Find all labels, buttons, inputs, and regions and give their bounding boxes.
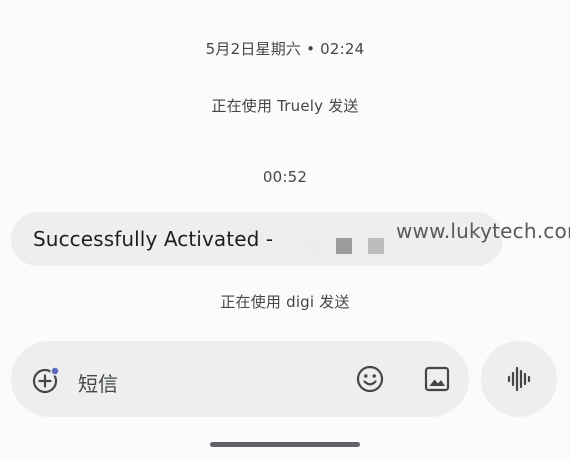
redacted-text-block [306,238,320,254]
message-text: Successfully Activated - [33,227,274,251]
add-circle-icon[interactable] [31,365,61,395]
message-input[interactable]: 短信 [78,368,118,397]
message-timestamp: 00:52 [262,168,308,186]
redacted-text-block [368,238,384,254]
navigation-gesture-handle[interactable] [210,442,360,447]
watermark: www.lukytech.com [396,219,570,243]
emoji-icon[interactable] [356,365,384,393]
sim-info-label: 正在使用 Truely 发送 [211,97,359,115]
voice-message-button[interactable] [481,341,557,417]
compose-bar: 短信 [11,341,469,417]
voice-waveform-icon [507,366,531,392]
message-timestamp: 5月2日星期六 • 02:24 [205,40,365,58]
sim-info-label: 正在使用 digi 发送 [220,293,350,311]
redacted-text-block [336,238,352,254]
image-gallery-icon[interactable] [424,365,450,393]
